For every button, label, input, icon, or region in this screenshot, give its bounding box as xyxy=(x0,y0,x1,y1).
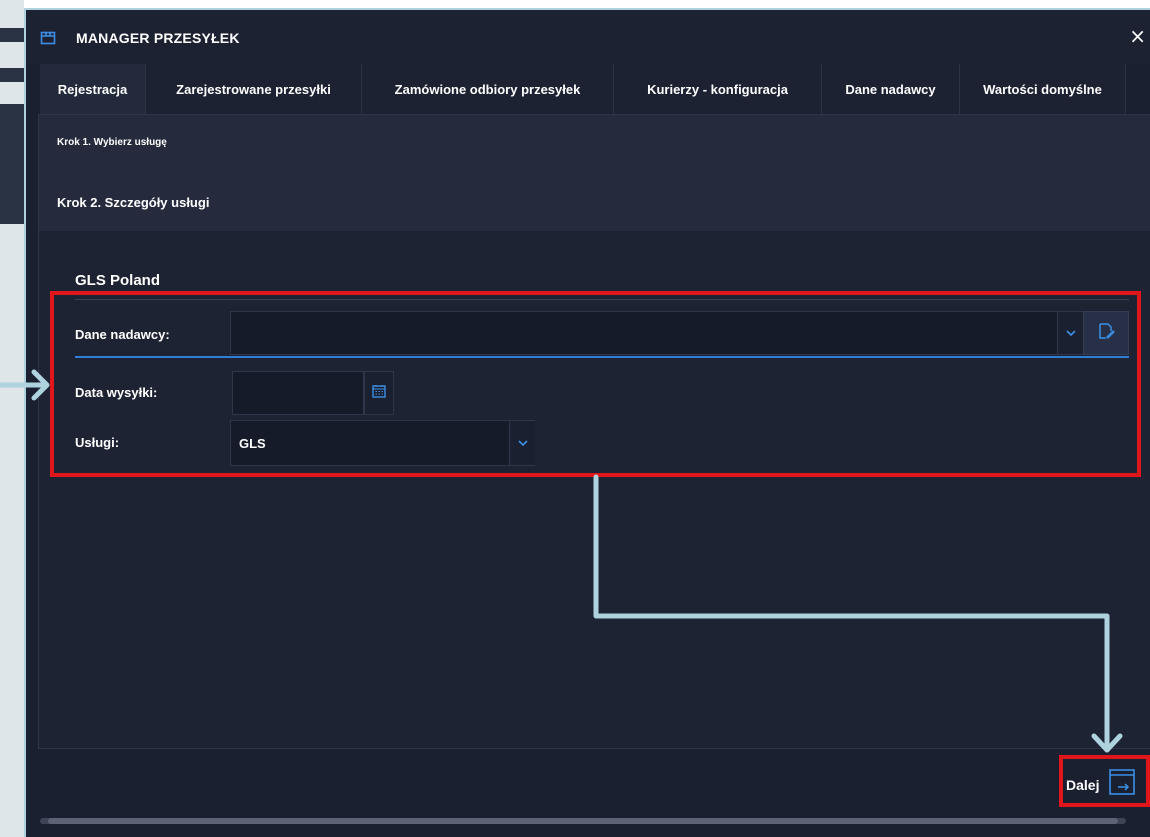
step-2-header[interactable]: Krok 2. Szczegóły usługi xyxy=(39,173,1150,231)
tab-sender-data[interactable]: Dane nadawcy xyxy=(822,64,960,114)
next-highlight-box xyxy=(1059,755,1150,807)
background-item xyxy=(0,28,24,42)
background-item xyxy=(0,104,24,224)
tab-rejestracja[interactable]: Rejestracja xyxy=(40,64,146,114)
background-item xyxy=(0,68,24,82)
step-2-label: Krok 2. Szczegóły usługi xyxy=(57,195,210,210)
window-title: MANAGER PRZESYŁEK xyxy=(76,30,240,46)
tab-bar: Rejestracja Zarejestrowane przesyłki Zam… xyxy=(40,64,1150,114)
package-icon xyxy=(40,29,56,45)
horizontal-scrollbar[interactable] xyxy=(40,818,1126,824)
close-icon[interactable]: × xyxy=(1129,26,1146,46)
title-bar: MANAGER PRZESYŁEK × xyxy=(26,10,1150,64)
form-highlight-box xyxy=(50,291,1141,477)
scrollbar-thumb[interactable] xyxy=(48,818,1118,824)
step-1-label: Krok 1. Wybierz usługę xyxy=(57,137,167,148)
background-window-strip xyxy=(0,0,24,837)
tab-ordered-pickups[interactable]: Zamówione odbiory przesyłek xyxy=(362,64,614,114)
tab-registered-shipments[interactable]: Zarejestrowane przesyłki xyxy=(146,64,362,114)
carrier-title: GLS Poland xyxy=(75,272,161,289)
step-1-header[interactable]: Krok 1. Wybierz usługę xyxy=(39,115,1150,174)
tab-couriers-config[interactable]: Kurierzy - konfiguracja xyxy=(614,64,822,114)
tab-default-values[interactable]: Wartości domyślne xyxy=(960,64,1126,114)
